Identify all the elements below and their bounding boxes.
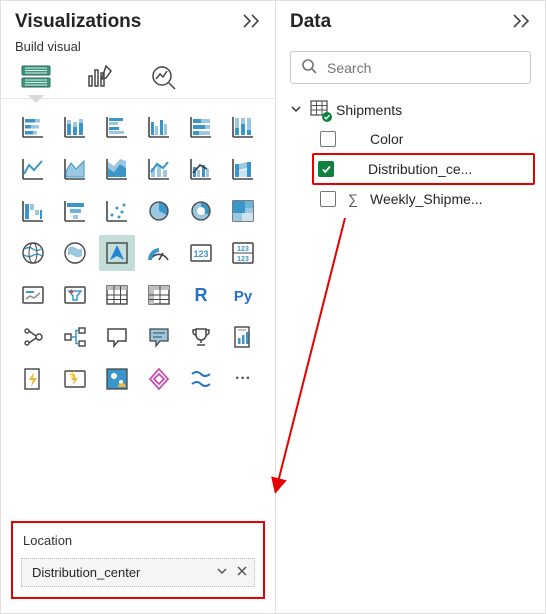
table-shipments[interactable]: Shipments (286, 94, 539, 125)
checkbox-color[interactable] (320, 131, 336, 147)
field-label: Color (370, 131, 403, 147)
more-visuals-icon[interactable]: ··· (225, 361, 261, 397)
remove-field-icon[interactable] (236, 565, 248, 580)
hundred-stacked-column-icon[interactable] (225, 109, 261, 145)
svg-text:⚡: ⚡ (68, 370, 77, 379)
clustered-bar-chart-icon[interactable] (99, 109, 135, 145)
scatter-chart-icon[interactable] (99, 193, 135, 229)
smart-narrative-icon[interactable] (141, 319, 177, 355)
checkbox-weekly[interactable] (320, 191, 336, 207)
slicer-icon[interactable]: ▲ (57, 277, 93, 313)
funnel-chart-icon[interactable] (57, 193, 93, 229)
build-visual-tab[interactable] (19, 60, 53, 94)
r-visual-icon[interactable]: R (183, 277, 219, 313)
expand-collapse-icon[interactable] (290, 102, 302, 118)
format-visual-tab[interactable] (83, 60, 117, 94)
analytics-tab[interactable] (147, 60, 181, 94)
key-influencers-icon[interactable] (15, 319, 51, 355)
data-title: Data (290, 11, 331, 33)
svg-text:123: 123 (193, 249, 208, 259)
stacked-column-chart-icon[interactable] (57, 109, 93, 145)
line-clustered-column-icon[interactable] (183, 151, 219, 187)
paginated-report-icon[interactable] (225, 319, 261, 355)
kpi-icon[interactable] (15, 277, 51, 313)
field-chip-text: Distribution_center (32, 565, 140, 580)
table-name: Shipments (336, 102, 402, 118)
sigma-icon: ∑ (344, 191, 362, 207)
location-field-well: Location Distribution_center (11, 521, 265, 599)
search-icon (301, 58, 317, 77)
visualizations-pane: Visualizations Build visual (1, 1, 276, 613)
treemap-icon[interactable] (225, 193, 261, 229)
clustered-column-chart-icon[interactable] (141, 109, 177, 145)
app-source-icon[interactable] (141, 361, 177, 397)
field-label: Weekly_Shipme... (370, 191, 483, 207)
trophy-icon[interactable] (183, 319, 219, 355)
field-distribution-center[interactable]: Distribution_ce... (312, 153, 535, 185)
python-visual-icon[interactable]: Py (225, 277, 261, 313)
table-icon (310, 100, 328, 119)
field-well-label: Location (23, 533, 253, 548)
visualization-gallery: 123 123123 ▲ R Py ⚡ ··· (1, 99, 275, 403)
filled-map-icon[interactable] (57, 235, 93, 271)
search-input[interactable] (325, 59, 520, 77)
flow-icon[interactable] (183, 361, 219, 397)
stacked-area-chart-icon[interactable] (99, 151, 135, 187)
svg-text:Py: Py (234, 288, 253, 305)
field-color[interactable]: Color (316, 125, 539, 153)
svg-text:123: 123 (237, 256, 249, 263)
svg-text:▲: ▲ (68, 288, 75, 295)
line-stacked-column-icon[interactable] (141, 151, 177, 187)
svg-text:R: R (195, 285, 208, 305)
checkbox-distribution-center[interactable] (318, 161, 334, 177)
pie-chart-icon[interactable] (141, 193, 177, 229)
multi-row-card-icon[interactable]: 123123 (225, 235, 261, 271)
power-automate-icon[interactable]: ⚡ (57, 361, 93, 397)
chevron-down-icon[interactable] (216, 565, 228, 580)
gauge-icon[interactable] (141, 235, 177, 271)
table-icon[interactable] (99, 277, 135, 313)
visualizations-title: Visualizations (15, 11, 141, 33)
waterfall-chart-icon[interactable] (15, 193, 51, 229)
decomposition-tree-icon[interactable] (57, 319, 93, 355)
hundred-stacked-bar-icon[interactable] (183, 109, 219, 145)
search-box[interactable] (290, 51, 531, 84)
data-pane: Data Shipments Color (276, 1, 545, 613)
qa-visual-icon[interactable] (99, 319, 135, 355)
arcgis-map-icon[interactable] (99, 361, 135, 397)
matrix-icon[interactable] (141, 277, 177, 313)
collapse-data-icon[interactable] (513, 14, 531, 31)
field-chip[interactable]: Distribution_center (21, 558, 255, 587)
field-weekly-shipments[interactable]: ∑ Weekly_Shipme... (316, 185, 539, 213)
field-tree: Shipments Color Distribution_ce... ∑ Wee… (276, 94, 545, 213)
map-icon[interactable] (15, 235, 51, 271)
field-label: Distribution_ce... (368, 161, 472, 177)
card-icon[interactable]: 123 (183, 235, 219, 271)
stacked-bar-chart-icon[interactable] (15, 109, 51, 145)
azure-map-icon[interactable] (99, 235, 135, 271)
ribbon-chart-icon[interactable] (225, 151, 261, 187)
area-chart-icon[interactable] (57, 151, 93, 187)
donut-chart-icon[interactable] (183, 193, 219, 229)
build-visual-subtitle: Build visual (1, 39, 275, 60)
collapse-visualizations-icon[interactable] (243, 14, 261, 31)
power-apps-icon[interactable] (15, 361, 51, 397)
line-chart-icon[interactable] (15, 151, 51, 187)
svg-text:123: 123 (237, 246, 249, 253)
